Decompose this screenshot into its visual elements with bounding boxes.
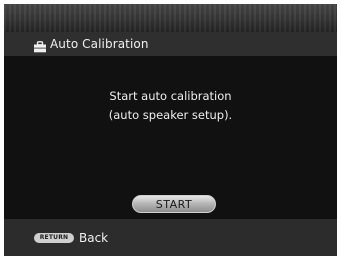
instruction-message: Start auto calibration (auto speaker set… — [4, 87, 337, 125]
page-title: Auto Calibration — [50, 37, 149, 51]
main-panel: Start auto calibration (auto speaker set… — [4, 56, 337, 219]
toolbox-icon — [33, 38, 47, 53]
start-button[interactable]: START — [132, 195, 216, 213]
header-bar: Auto Calibration — [4, 32, 337, 56]
start-button-label: START — [155, 197, 193, 211]
message-line-2: (auto speaker setup). — [108, 108, 233, 122]
message-line-1: Start auto calibration — [109, 89, 232, 103]
osd-screen: Auto Calibration Start auto calibration … — [4, 4, 337, 256]
top-band — [4, 4, 337, 32]
return-key-icon: RETURN — [34, 232, 74, 243]
footer-bar: RETURN Back — [4, 219, 337, 256]
return-key-label: RETURN — [39, 234, 69, 241]
back-hint[interactable]: Back — [79, 231, 108, 245]
